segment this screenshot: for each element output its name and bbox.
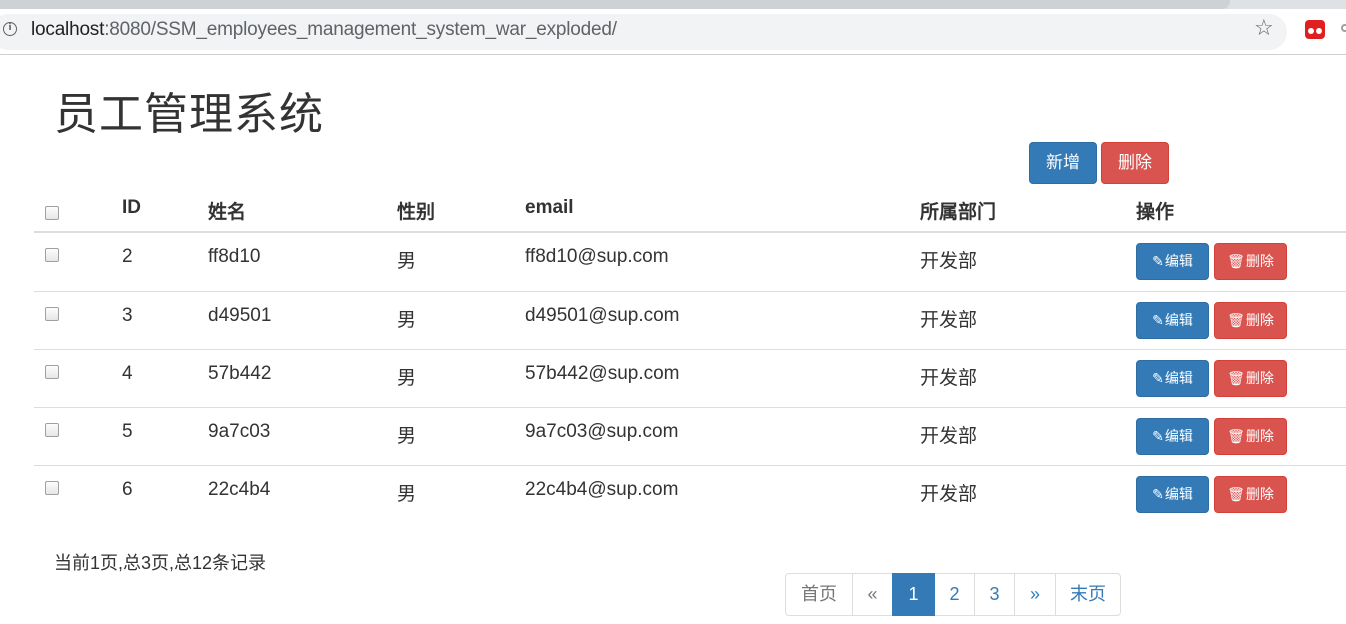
active-tab-edge — [0, 0, 1230, 9]
bulk-delete-button[interactable]: 删除 — [1101, 142, 1169, 184]
header-email: email — [525, 197, 574, 218]
header-id: ID — [122, 197, 141, 218]
url-path: :8080/SSM_employees_management_system_wa… — [104, 19, 617, 40]
page-info: 当前1页,总3页,总12条记录 — [54, 553, 267, 573]
edit-label: 编辑 — [1164, 253, 1193, 269]
edit-label: 编辑 — [1164, 486, 1193, 502]
cell-gender: 男 — [397, 368, 417, 389]
cell-id: 6 — [122, 479, 133, 500]
cell-email: 9a7c03@sup.com — [525, 421, 679, 442]
table-row: 2 ff8d10 男 ff8d10@sup.com 开发部 ✎编辑 🗑删除 — [34, 233, 1346, 291]
row-checkbox[interactable] — [45, 307, 59, 321]
trash-icon: 🗑 — [1227, 253, 1245, 269]
row-delete-label: 删除 — [1245, 253, 1274, 269]
table-row: 6 22c4b4 男 22c4b4@sup.com 开发部 ✎编辑 🗑删除 — [34, 465, 1346, 523]
row-delete-label: 删除 — [1245, 486, 1274, 502]
table-header: ID 姓名 性别 email 所属部门 操作 — [34, 186, 1346, 233]
cell-name: 22c4b4 — [208, 479, 271, 500]
extension-icon[interactable] — [1305, 20, 1325, 39]
cell-id: 2 — [122, 246, 133, 267]
pencil-icon: ✎ — [1152, 486, 1164, 502]
cell-name: 57b442 — [208, 363, 272, 384]
profile-icon[interactable] — [1341, 24, 1346, 32]
cell-id: 4 — [122, 363, 133, 384]
cell-id: 3 — [122, 305, 133, 326]
table-row: 5 9a7c03 男 9a7c03@sup.com 开发部 ✎编辑 🗑删除 — [34, 407, 1346, 465]
row-delete-button[interactable]: 🗑删除 — [1214, 302, 1287, 339]
row-delete-label: 删除 — [1245, 428, 1274, 444]
url-host: localhost — [31, 19, 105, 40]
cell-email: d49501@sup.com — [525, 305, 680, 326]
row-checkbox[interactable] — [45, 365, 59, 379]
add-button[interactable]: 新增 — [1029, 142, 1097, 184]
table-body: 2 ff8d10 男 ff8d10@sup.com 开发部 ✎编辑 🗑删除 3 d49501 男 d… — [34, 233, 1346, 523]
tab-strip — [0, 0, 1346, 9]
cell-department: 开发部 — [920, 426, 978, 447]
page-title: 员工管理系统 — [54, 90, 324, 139]
header-actions: 操作 — [1136, 202, 1175, 223]
page-number-1[interactable]: 1 — [892, 573, 935, 616]
employee-table: ID 姓名 性别 email 所属部门 操作 2 ff8d10 男 ff8d10@su… — [34, 186, 1346, 523]
edit-button[interactable]: ✎编辑 — [1136, 476, 1209, 513]
row-checkbox[interactable] — [45, 481, 59, 495]
edit-button[interactable]: ✎编辑 — [1136, 302, 1209, 339]
cell-gender: 男 — [397, 484, 417, 505]
cell-name: 9a7c03 — [208, 421, 271, 442]
edit-button[interactable]: ✎编辑 — [1136, 243, 1209, 280]
cell-department: 开发部 — [920, 368, 978, 389]
edit-button[interactable]: ✎编辑 — [1136, 360, 1209, 397]
select-all-checkbox[interactable] — [45, 206, 59, 220]
cell-email: 22c4b4@sup.com — [525, 479, 679, 500]
cell-gender: 男 — [397, 251, 417, 272]
cell-department: 开发部 — [920, 484, 978, 505]
cell-name: ff8d10 — [208, 246, 261, 267]
pencil-icon: ✎ — [1152, 370, 1164, 386]
cell-email: ff8d10@sup.com — [525, 246, 669, 267]
table-row: 4 57b442 男 57b442@sup.com 开发部 ✎编辑 🗑删除 — [34, 349, 1346, 407]
edit-label: 编辑 — [1164, 312, 1193, 328]
header-gender: 性别 — [397, 202, 436, 223]
edit-label: 编辑 — [1164, 428, 1193, 444]
row-checkbox[interactable] — [45, 248, 59, 262]
trash-icon: 🗑 — [1227, 428, 1245, 444]
trash-icon: 🗑 — [1227, 370, 1245, 386]
row-delete-button[interactable]: 🗑删除 — [1214, 360, 1287, 397]
info-icon[interactable]: i — [3, 22, 17, 36]
row-checkbox[interactable] — [45, 423, 59, 437]
page-first[interactable]: 首页 — [785, 573, 853, 616]
table-row: 3 d49501 男 d49501@sup.com 开发部 ✎编辑 🗑删除 — [34, 291, 1346, 349]
row-delete-label: 删除 — [1245, 370, 1274, 386]
cell-email: 57b442@sup.com — [525, 363, 680, 384]
cell-gender: 男 — [397, 426, 417, 447]
page-prev[interactable]: « — [852, 573, 893, 616]
cell-gender: 男 — [397, 310, 417, 331]
cell-id: 5 — [122, 421, 133, 442]
url-text[interactable]: localhost:8080/SSM_employees_management_… — [31, 19, 617, 41]
trash-icon: 🗑 — [1227, 486, 1245, 502]
pencil-icon: ✎ — [1152, 428, 1164, 444]
pencil-icon: ✎ — [1152, 312, 1164, 328]
cell-department: 开发部 — [920, 251, 978, 272]
trash-icon: 🗑 — [1227, 312, 1245, 328]
row-delete-button[interactable]: 🗑删除 — [1214, 243, 1287, 280]
page-number-3[interactable]: 3 — [974, 573, 1015, 616]
page-number-2[interactable]: 2 — [934, 573, 975, 616]
header-name: 姓名 — [208, 202, 247, 223]
page-last[interactable]: 末页 — [1055, 573, 1121, 616]
pagination: 首页 « 1 2 3 » 末页 — [785, 573, 1121, 616]
cell-department: 开发部 — [920, 310, 978, 331]
edit-button[interactable]: ✎编辑 — [1136, 418, 1209, 455]
edit-label: 编辑 — [1164, 370, 1193, 386]
row-delete-label: 删除 — [1245, 312, 1274, 328]
row-delete-button[interactable]: 🗑删除 — [1214, 418, 1287, 455]
star-icon[interactable]: ☆ — [1254, 17, 1274, 39]
row-delete-button[interactable]: 🗑删除 — [1214, 476, 1287, 513]
pencil-icon: ✎ — [1152, 253, 1164, 269]
cell-name: d49501 — [208, 305, 272, 326]
header-department: 所属部门 — [920, 202, 997, 223]
page-next[interactable]: » — [1014, 573, 1056, 616]
